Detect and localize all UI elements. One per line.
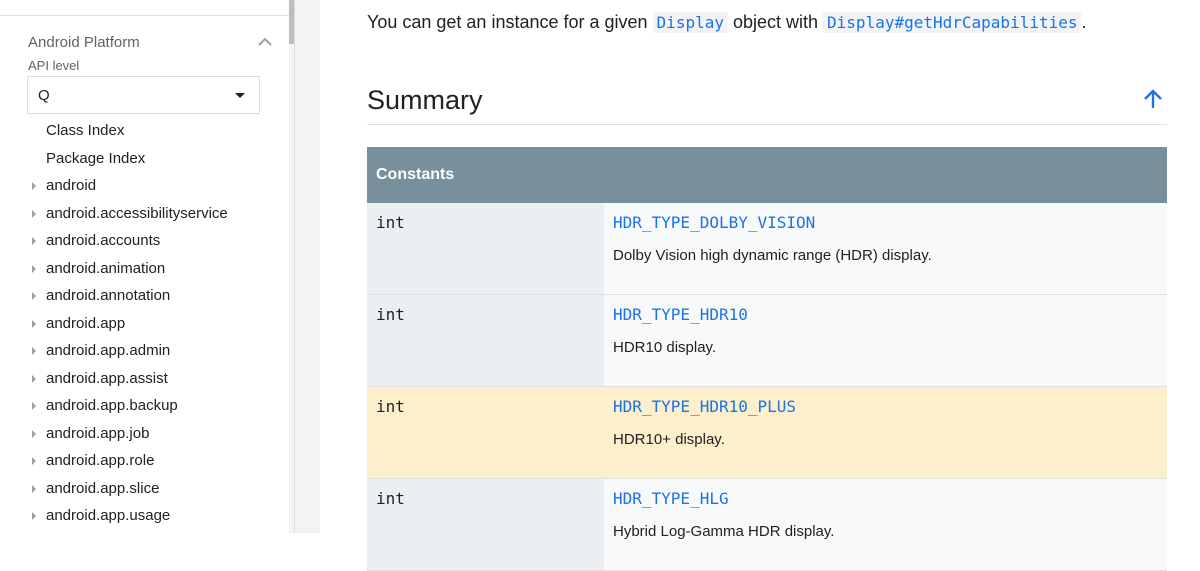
constant-name-link[interactable]: HDR_TYPE_DOLBY_VISION xyxy=(613,213,1167,245)
get-hdr-capabilities-link[interactable]: Display#getHdrCapabilities xyxy=(823,12,1082,33)
sidebar-item[interactable]: android.animation xyxy=(0,255,289,283)
sidebar-item[interactable]: android xyxy=(0,172,289,200)
triangle-right-icon[interactable] xyxy=(32,484,36,493)
sidebar-package-list: Class Index Package Index android android.a… xyxy=(0,117,289,530)
api-level-value: Q xyxy=(38,87,50,104)
constant-name-link[interactable]: HDR_TYPE_HDR10 xyxy=(613,305,1167,337)
sidebar-item-label: android.app.role xyxy=(46,452,155,469)
sidebar-item-label: android xyxy=(46,177,97,194)
triangle-right-icon[interactable] xyxy=(32,209,36,218)
triangle-right-icon[interactable] xyxy=(32,457,36,465)
sidebar-item-label: Package Index xyxy=(46,149,146,167)
api-level-select[interactable]: Q xyxy=(27,76,260,114)
sidebar-item-label: android.app.backup xyxy=(46,397,178,414)
sidebar-item[interactable]: android.annotation xyxy=(0,282,289,310)
chevron-up-icon[interactable] xyxy=(258,37,272,47)
sidebar-item[interactable]: android.accounts xyxy=(0,227,289,255)
sidebar-item-label: android.accounts xyxy=(46,232,161,249)
triangle-right-icon[interactable] xyxy=(32,374,36,383)
constant-cell: HDR_TYPE_HDR10 HDR10 display. xyxy=(604,294,1167,387)
constant-description: HDR10 display. xyxy=(613,339,717,356)
sidebar-item-label: android.app.usage xyxy=(46,507,171,524)
constant-description: HDR10+ display. xyxy=(613,431,725,448)
summary-heading: Summary xyxy=(367,85,483,115)
sidebar-item-label: android.app xyxy=(46,314,126,332)
api-level-label: API level xyxy=(28,58,80,73)
constant-description: Hybrid Log-Gamma HDR display. xyxy=(613,523,835,540)
intro-text-middle: object with xyxy=(727,12,824,32)
intro-text-prefix: You can get an instance for a given xyxy=(367,12,653,32)
sidebar-item-label: android.app.job xyxy=(46,424,150,442)
triangle-right-icon[interactable] xyxy=(32,237,36,245)
sidebar-nav: Android Platform API level Q Class Index… xyxy=(0,0,289,533)
triangle-right-icon[interactable] xyxy=(32,319,36,328)
sidebar-item-label: android.animation xyxy=(46,259,166,277)
display-class-link[interactable]: Display xyxy=(652,12,728,33)
sidebar-item[interactable]: android.accessibilityservice xyxy=(0,200,289,228)
constant-name-link[interactable]: HDR_TYPE_HLG xyxy=(613,489,1167,521)
intro-paragraph: You can get an instance for a given Disp… xyxy=(367,12,1087,33)
constant-type: int xyxy=(367,386,604,479)
sidebar-item-label: android.app.admin xyxy=(46,342,171,359)
sidebar-item-label: Class Index xyxy=(46,122,125,139)
sidebar-item[interactable]: android.app.slice xyxy=(0,475,289,503)
sidebar-item-label: android.accessibilityservice xyxy=(46,204,228,222)
sidebar-section-title[interactable]: Android Platform xyxy=(28,34,140,51)
constant-row: int HDR_TYPE_HDR10_PLUS HDR10+ display. xyxy=(367,386,1167,479)
sidebar-item-label: android.app.assist xyxy=(46,369,168,387)
constant-type: int xyxy=(367,294,604,387)
constant-row: int HDR_TYPE_HDR10 HDR10 display. xyxy=(367,294,1167,387)
sidebar-item[interactable]: Class Index xyxy=(0,117,289,145)
constant-row: int HDR_TYPE_DOLBY_VISION Dolby Vision hig… xyxy=(367,203,1167,295)
triangle-right-icon[interactable] xyxy=(32,182,36,190)
arrow-up-icon[interactable] xyxy=(1142,88,1164,110)
intro-text-suffix: . xyxy=(1081,12,1087,32)
triangle-right-icon[interactable] xyxy=(32,402,36,410)
constant-name-link[interactable]: HDR_TYPE_HDR10_PLUS xyxy=(613,397,1167,429)
triangle-right-icon[interactable] xyxy=(32,292,36,300)
summary-divider xyxy=(367,124,1167,125)
sidebar-item[interactable]: android.app.role xyxy=(0,447,289,475)
sidebar-item[interactable]: android.app.admin xyxy=(0,337,289,365)
constant-cell: HDR_TYPE_DOLBY_VISION Dolby Vision high d… xyxy=(604,203,1167,295)
constants-table-header: Constants xyxy=(367,147,1167,203)
sidebar-item-label: android.annotation xyxy=(46,287,171,304)
constant-type: int xyxy=(367,478,604,571)
sidebar-item[interactable]: Package Index xyxy=(0,145,289,173)
caret-down-icon xyxy=(235,93,245,98)
sidebar-item[interactable]: android.app xyxy=(0,310,289,338)
sidebar-item[interactable]: android.app.backup xyxy=(0,392,289,420)
sidebar-item-label: android.app.slice xyxy=(46,479,160,497)
constant-cell: HDR_TYPE_HLG Hybrid Log-Gamma HDR display… xyxy=(604,478,1167,571)
constant-description: Dolby Vision high dynamic range (HDR) di… xyxy=(613,247,932,264)
triangle-right-icon[interactable] xyxy=(32,429,36,438)
sidebar-item[interactable]: android.app.job xyxy=(0,420,289,448)
constant-cell: HDR_TYPE_HDR10_PLUS HDR10+ display. xyxy=(604,386,1167,479)
sidebar-item[interactable]: android.app.usage xyxy=(0,502,289,530)
sidebar-top-divider xyxy=(0,15,289,16)
triangle-right-icon[interactable] xyxy=(32,347,36,355)
content-divider xyxy=(294,0,320,533)
triangle-right-icon[interactable] xyxy=(32,512,36,520)
triangle-right-icon[interactable] xyxy=(32,264,36,273)
sidebar-item[interactable]: android.app.assist xyxy=(0,365,289,393)
constants-table: Constants int HDR_TYPE_DOLBY_VISION Dolby … xyxy=(367,147,1167,571)
constant-type: int xyxy=(367,203,604,295)
constant-row: int HDR_TYPE_HLG Hybrid Log-Gamma HDR disp… xyxy=(367,478,1167,571)
